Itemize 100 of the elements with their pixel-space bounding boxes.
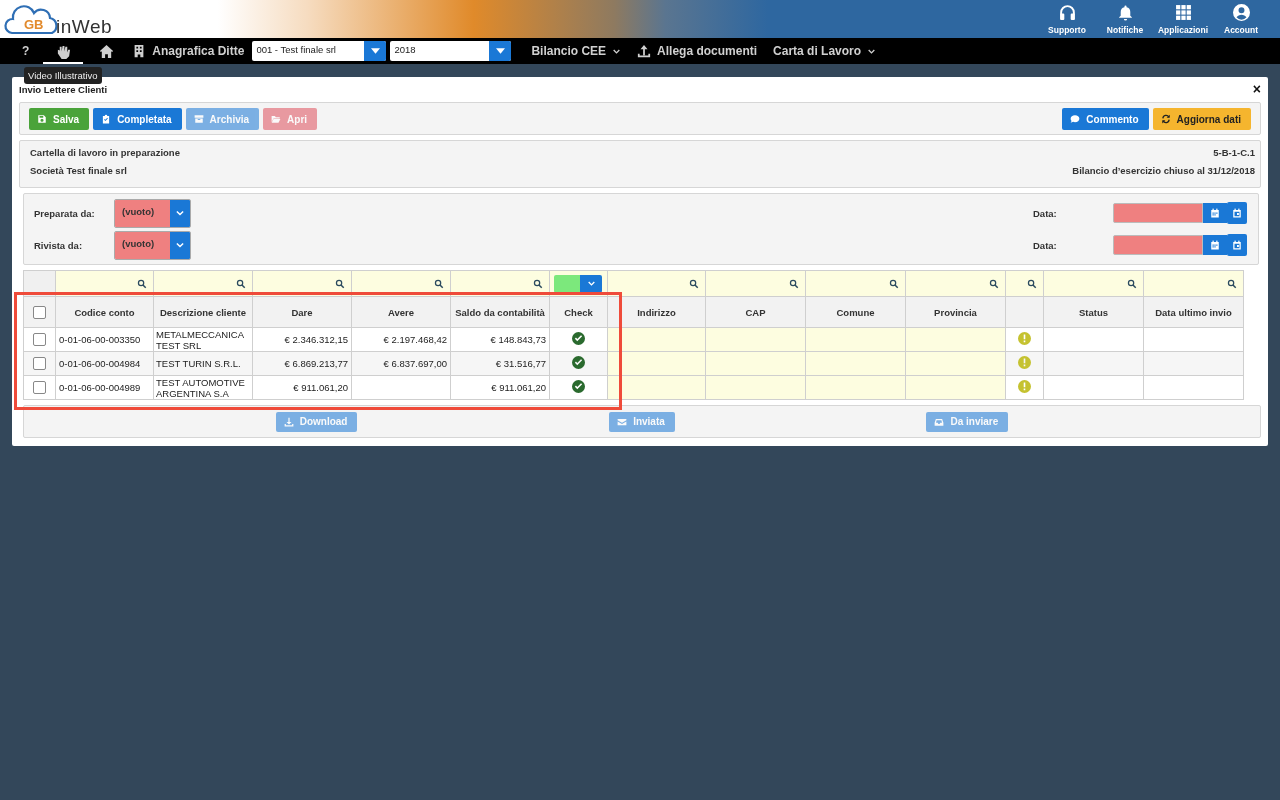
field-label: Preparata da: (34, 207, 96, 219)
city-field[interactable] (805, 351, 906, 376)
upload-icon (637, 44, 652, 58)
year-select[interactable]: 2018 (390, 41, 512, 61)
field-label: Rivista da: (34, 239, 84, 251)
search-icon (689, 278, 699, 289)
table-cell: € 911.061,20 (491, 382, 546, 393)
chevron-down-icon (175, 240, 185, 250)
province-field[interactable] (905, 351, 1006, 376)
search-icon (533, 278, 543, 289)
clipboard-check-icon (101, 114, 112, 124)
province-field[interactable] (905, 327, 1006, 352)
close-button[interactable]: × (1252, 83, 1261, 95)
date-field[interactable] (1113, 203, 1203, 223)
calendar-button[interactable] (1203, 203, 1227, 223)
column-header[interactable]: Indirizzo (637, 306, 676, 318)
column-header[interactable]: Status (1078, 306, 1108, 318)
row-checkbox[interactable] (33, 333, 46, 346)
search-icon (335, 278, 345, 289)
user-icon (1232, 3, 1250, 21)
refresh-button[interactable]: Aggiorna dati (1152, 108, 1251, 130)
calendar-day-icon (1232, 240, 1242, 250)
search-icon (434, 278, 444, 289)
table-cell: € 6.869.213,77 (284, 358, 348, 369)
envelope-icon (617, 416, 628, 427)
search-icon (989, 278, 999, 289)
info-text: Società Test finale srl (30, 165, 128, 176)
search-icon (236, 278, 246, 289)
column-header[interactable]: Avere (387, 306, 415, 318)
table-cell: 0-01-06-00-004984 (59, 358, 141, 369)
table-cell: € 148.843,73 (490, 334, 546, 345)
field-label: Data: (1033, 239, 1058, 251)
today-button[interactable] (1227, 234, 1247, 256)
home-icon (99, 43, 115, 59)
search-icon (137, 278, 147, 289)
grid-icon (1174, 3, 1192, 21)
support-button[interactable]: Supporto (1040, 0, 1094, 38)
table-cell: € 911.061,20 (293, 382, 348, 393)
complete-button[interactable]: Completata (93, 108, 182, 130)
table-cell: 0-01-06-00-003350 (59, 334, 141, 345)
today-button[interactable] (1227, 202, 1247, 224)
date-field[interactable] (1113, 235, 1203, 255)
caret-icon (370, 48, 380, 54)
search-icon (1227, 278, 1237, 289)
search-icon (1027, 278, 1037, 289)
column-header[interactable]: Check (564, 306, 593, 318)
speech-bubble-icon (1070, 114, 1081, 124)
postal-code-field[interactable] (705, 375, 806, 400)
calendar-icon (1210, 240, 1220, 250)
row-checkbox[interactable] (33, 381, 46, 394)
attach-documents-link[interactable]: Allega documenti (629, 38, 766, 64)
folder-icon (271, 114, 282, 124)
company-select[interactable]: 001 - Test finale srl (252, 41, 387, 61)
hand-icon (55, 43, 71, 59)
inbox-tray-icon (934, 416, 945, 427)
apps-button[interactable]: Applicazioni (1156, 0, 1210, 38)
comment-button[interactable]: Commento (1062, 108, 1149, 130)
table-cell: € 2.197.468,42 (383, 334, 447, 345)
column-header[interactable]: Comune (836, 306, 875, 318)
nav-menu[interactable]: Bilancio CEE (523, 38, 630, 64)
table-cell: TEST AUTOMOTIVE ARGENTINA S.A (156, 376, 245, 399)
column-header[interactable]: Provincia (934, 306, 977, 318)
help-button[interactable]: ? (14, 38, 38, 64)
search-icon (789, 278, 799, 289)
reviewer-select[interactable]: (vuoto) (114, 230, 191, 260)
postal-code-field[interactable] (705, 351, 806, 376)
info-text: 5-B-1-C.1 (1213, 147, 1255, 158)
chevron-down-icon (175, 208, 185, 218)
company-registry-link[interactable]: Anagrafica Ditte (124, 38, 253, 64)
table-cell: € 6.837.697,00 (383, 358, 447, 369)
province-field[interactable] (905, 375, 1006, 400)
table-cell: TEST TURIN S.R.L. (156, 358, 241, 369)
chevron-down-icon (586, 279, 596, 288)
field-label: Data: (1033, 207, 1058, 219)
search-icon (889, 278, 899, 289)
archive-box-icon (193, 114, 204, 124)
city-field[interactable] (805, 327, 906, 352)
refresh-icon (1160, 114, 1171, 124)
select-all-checkbox[interactable] (33, 305, 46, 319)
postal-code-field[interactable] (705, 327, 806, 352)
city-field[interactable] (805, 375, 906, 400)
nav-menu[interactable]: Carta di Lavoro (765, 38, 885, 64)
calendar-day-icon (1232, 208, 1242, 218)
info-text: Cartella di lavoro in preparazione (30, 147, 180, 158)
status-filter-select[interactable] (554, 274, 602, 293)
reviewer-select[interactable]: (vuoto) (114, 198, 191, 228)
tooltip: Video Illustrativo (24, 67, 102, 84)
notifications-button[interactable]: Notifiche (1098, 0, 1152, 38)
caret-icon (495, 48, 505, 54)
table-cell: € 31.516,77 (495, 358, 546, 369)
account-button[interactable]: Account (1214, 0, 1268, 38)
column-header[interactable]: Dare (291, 306, 313, 318)
table-cell: 0-01-06-00-004989 (59, 382, 141, 393)
calendar-button[interactable] (1203, 235, 1227, 255)
panel-title: Invio Lettere Clienti (19, 83, 108, 95)
column-header[interactable]: CAP (745, 306, 766, 318)
table-cell: € 2.346.312,15 (284, 334, 348, 345)
search-icon (1127, 278, 1137, 289)
info-text: Bilancio d’esercizio chiuso al 31/12/2018 (1072, 165, 1255, 176)
row-checkbox[interactable] (33, 357, 46, 370)
